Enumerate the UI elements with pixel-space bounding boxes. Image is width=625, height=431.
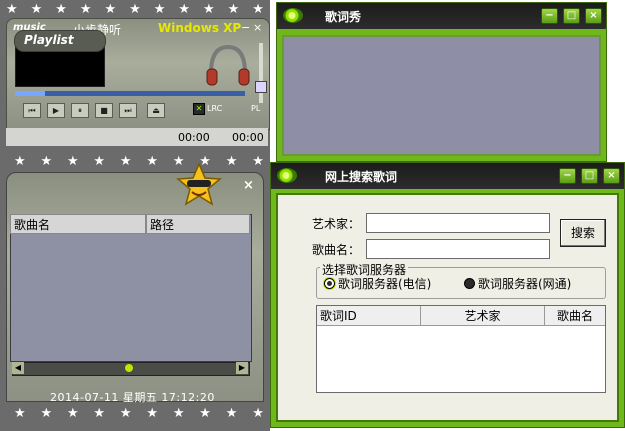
pause-button[interactable]: ⏸ — [71, 103, 89, 118]
time-elapsed: 00:00 — [178, 131, 210, 144]
star-mascot-icon — [176, 162, 222, 206]
next-button[interactable]: ⏭ — [119, 103, 137, 118]
volume-track[interactable] — [259, 43, 263, 103]
star-strip-playlist-bottom: ★ ★ ★ ★ ★ ★ ★ ★ ★ ★ — [14, 405, 264, 421]
player-minimize-button[interactable]: − — [241, 21, 250, 34]
datetime-display: 2014-07-11 星期五 17:12:20 — [50, 391, 215, 404]
pl-label[interactable]: PL — [251, 104, 260, 113]
lyric-close-button[interactable]: × — [585, 8, 602, 24]
volume-knob[interactable] — [255, 81, 267, 93]
results-col-artist[interactable]: 艺术家 — [421, 306, 545, 326]
search-panel: 艺术家： 歌曲名： 搜索 选择歌词服务器 歌词服务器(电信) 歌词服务器(网通)… — [276, 193, 619, 422]
search-close-button[interactable]: × — [603, 168, 620, 184]
time-total: 00:00 — [232, 131, 264, 144]
star-strip-top: ★ ★ ★ ★ ★ ★ ★ ★ ★ ★ ★ — [6, 1, 264, 17]
artist-input[interactable] — [366, 213, 550, 233]
eye-logo-icon — [277, 168, 297, 183]
lyric-show-titlebar: 歌词秀 − □ × — [277, 3, 606, 29]
play-button[interactable]: ▶ — [47, 103, 65, 118]
lyric-display-area — [282, 35, 601, 156]
lrc-checkbox[interactable]: ✕ — [193, 103, 205, 115]
player-close-button[interactable]: × — [253, 21, 262, 34]
headphones-icon — [206, 44, 250, 86]
results-col-id[interactable]: 歌词ID — [317, 306, 421, 326]
scroll-right-icon[interactable]: ▶ — [236, 362, 248, 374]
server-telecom-label[interactable]: 歌词服务器(电信) — [338, 275, 431, 292]
lrc-label: LRC — [207, 104, 223, 113]
search-button[interactable]: 搜索 — [560, 219, 606, 247]
scroll-left-icon[interactable]: ◀ — [12, 362, 24, 374]
search-window-title: 网上搜索歌词 — [325, 170, 398, 184]
player-window: ★★★★★★★★★★★ music 小步静听 Windows XP − × ⏮ … — [0, 0, 270, 150]
search-lyrics-window: 网上搜索歌词 − □ × 艺术家： 歌曲名： 搜索 选择歌词服务器 歌词服务器(… — [270, 162, 625, 428]
lyric-minimize-button[interactable]: − — [541, 8, 558, 24]
playlist-col-song[interactable]: 歌曲名 — [10, 214, 146, 234]
playlist-list[interactable] — [10, 214, 252, 362]
artist-label: 艺术家： — [312, 217, 361, 231]
progress-track[interactable] — [15, 91, 245, 96]
server-netcom-label[interactable]: 歌词服务器(网通) — [478, 275, 571, 292]
song-label: 歌曲名： — [312, 243, 361, 257]
stop-button[interactable]: ■ — [95, 103, 113, 118]
prev-button[interactable]: ⏮ — [23, 103, 41, 118]
search-titlebar: 网上搜索歌词 − □ × — [271, 163, 624, 189]
lyric-maximize-button[interactable]: □ — [563, 8, 580, 24]
lyric-show-title: 歌词秀 — [325, 10, 362, 24]
playlist-close-button[interactable]: × — [243, 178, 254, 193]
search-minimize-button[interactable]: − — [559, 168, 576, 184]
server-telecom-radio[interactable] — [324, 278, 335, 289]
eject-button[interactable]: ⏏ — [147, 103, 165, 118]
eye-logo-icon — [283, 8, 303, 23]
lyric-show-window: 歌词秀 − □ × — [276, 2, 607, 162]
time-bar — [6, 128, 268, 146]
progress-fill — [15, 91, 45, 96]
results-col-song[interactable]: 歌曲名 — [545, 306, 605, 326]
search-maximize-button[interactable]: □ — [581, 168, 598, 184]
playlist-col-path[interactable]: 路径 — [146, 214, 250, 234]
skin-name: Windows XP — [158, 21, 242, 35]
song-input[interactable] — [366, 239, 550, 259]
playlist-scroll-thumb[interactable] — [125, 364, 133, 372]
server-netcom-radio[interactable] — [464, 278, 475, 289]
playlist-title: Playlist — [24, 33, 74, 47]
